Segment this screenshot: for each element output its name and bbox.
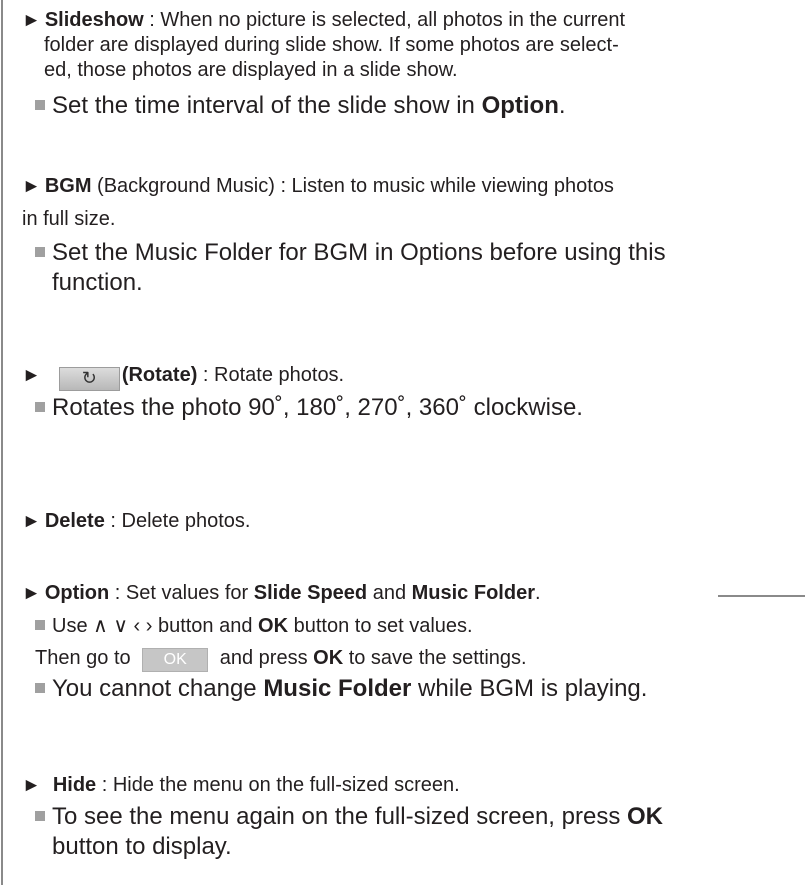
hide-heading: ► Hide : Hide the menu on the full-sized …	[22, 773, 663, 798]
option-note1-text: Use ∧ ∨ ‹ › button and	[52, 615, 259, 637]
arrow-bullet-icon: ►	[22, 511, 41, 532]
square-bullet-icon	[35, 811, 45, 821]
delete-title: Delete	[44, 510, 105, 532]
bgm-desc-line2: in full size.	[22, 208, 116, 230]
slideshow-desc-line2: folder are displayed during slide show. …	[44, 34, 619, 56]
option-note1-end: button to set values.	[288, 615, 473, 637]
slideshow-note-bold: Option	[481, 92, 559, 119]
option-note2-bold: Music Folder	[263, 675, 412, 702]
rotate-heading: ► ↻ (Rotate) : Rotate photos.	[22, 363, 583, 391]
hide-title: Hide	[52, 774, 97, 796]
square-bullet-icon	[35, 620, 45, 630]
option-title: Option	[44, 582, 110, 604]
section-bgm: ► BGM (Background Music) : Listen to musi…	[22, 174, 666, 298]
page-border-left	[1, 0, 3, 885]
arrow-bullet-icon: ►	[22, 10, 41, 31]
slideshow-heading: ► Slideshow : When no picture is selected…	[22, 8, 625, 83]
arrow-bullet-icon: ►	[22, 176, 41, 197]
delete-heading: ► Delete : Delete photos.	[22, 509, 251, 534]
hide-note: To see the menu again on the full-sized …	[22, 802, 663, 862]
rotate-note-text: Rotates the photo 90˚, 180˚, 270˚, 360˚ …	[52, 394, 583, 421]
rotate-icon: ↻	[58, 367, 120, 391]
option-note2-a: You cannot change	[52, 675, 264, 702]
bgm-heading: ► BGM (Background Music) : Listen to musi…	[22, 174, 666, 232]
option-line2-bold: OK	[313, 647, 344, 669]
arrow-bullet-icon: ►	[22, 583, 41, 604]
option-desc-b: and	[367, 582, 412, 604]
option-line2-b: and press	[214, 647, 314, 669]
slideshow-title: Slideshow	[44, 9, 144, 31]
slideshow-note-end: .	[558, 92, 566, 119]
option-note2-b: while BGM is playing.	[411, 675, 648, 702]
rotate-note: Rotates the photo 90˚, 180˚, 270˚, 360˚ …	[22, 393, 583, 423]
ok-button-chip: OK	[142, 648, 209, 672]
square-bullet-icon	[35, 100, 45, 110]
section-rotate: ► ↻ (Rotate) : Rotate photos. Rotates the …	[22, 363, 583, 423]
slideshow-desc-line1: : When no picture is selected, all photo…	[143, 9, 626, 31]
section-hide: ► Hide : Hide the menu on the full-sized …	[22, 773, 663, 862]
rotate-title: (Rotate)	[121, 364, 198, 386]
option-line2: Then go to OK and press OK to save the s…	[22, 644, 647, 672]
option-heading: ► Option : Set values for Slide Speed and…	[22, 581, 647, 606]
hide-desc: : Hide the menu on the full-sized screen…	[96, 774, 460, 796]
delete-desc: : Delete photos.	[104, 510, 251, 532]
slideshow-note: Set the time interval of the slide show …	[22, 91, 625, 121]
bgm-note-line1: Set the Music Folder for BGM in Options …	[52, 239, 666, 266]
option-note1: Use ∧ ∨ ‹ › button and OK button to set …	[22, 612, 647, 640]
bgm-note-line2: function.	[52, 269, 143, 296]
option-note2: You cannot change Music Folder while BGM…	[22, 674, 647, 704]
square-bullet-icon	[35, 247, 45, 257]
arrow-bullet-icon: ►	[22, 775, 41, 796]
option-note1-bold: OK	[258, 615, 289, 637]
square-bullet-icon	[35, 402, 45, 412]
option-line2-c: to save the settings.	[343, 647, 527, 669]
option-music-folder: Music Folder	[411, 582, 535, 604]
slideshow-desc-line3: ed, those photos are displayed in a slid…	[44, 59, 458, 81]
side-rule	[718, 595, 805, 597]
rotate-desc: : Rotate photos.	[197, 364, 345, 386]
bgm-title: BGM	[44, 175, 92, 197]
section-delete: ► Delete : Delete photos.	[22, 509, 251, 534]
section-slideshow: ► Slideshow : When no picture is selected…	[22, 8, 625, 121]
arrow-bullet-icon: ►	[22, 365, 41, 386]
bgm-note: Set the Music Folder for BGM in Options …	[22, 238, 666, 298]
hide-note-bold: OK	[627, 803, 663, 830]
slideshow-note-text: Set the time interval of the slide show …	[52, 92, 482, 119]
hide-note-line2: button to display.	[52, 833, 232, 860]
hide-note-a: To see the menu again on the full-sized …	[52, 803, 627, 830]
bgm-desc-line1: (Background Music) : Listen to music whi…	[91, 175, 614, 197]
option-desc-a: : Set values for	[109, 582, 254, 604]
section-option: ► Option : Set values for Slide Speed and…	[22, 581, 647, 704]
option-line2-a: Then go to	[35, 647, 137, 669]
option-desc-c: .	[534, 582, 541, 604]
option-slide-speed: Slide Speed	[253, 582, 368, 604]
square-bullet-icon	[35, 683, 45, 693]
